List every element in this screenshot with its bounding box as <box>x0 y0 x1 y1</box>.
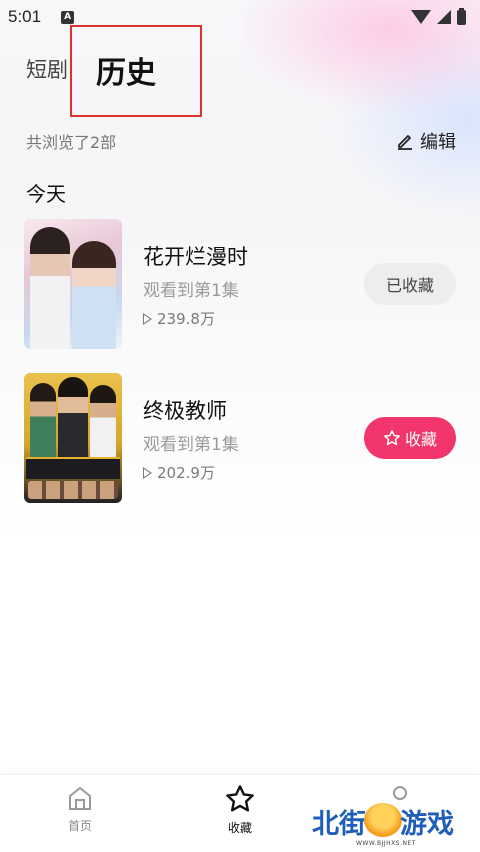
status-indicators <box>411 7 466 25</box>
nav-item-favorites[interactable]: 收藏 <box>190 783 290 836</box>
play-icon <box>143 466 152 479</box>
pencil-icon <box>396 132 414 150</box>
favorite-button-label: 已收藏 <box>385 276 434 295</box>
tab-short-drama[interactable]: 短剧 <box>26 54 68 84</box>
nav-label-home: 首页 <box>67 819 92 833</box>
history-item[interactable]: 终极教师 观看到第1集 202.9万 收藏 <box>24 373 456 503</box>
watermark-url: WWW.BJJHXS.NET <box>356 840 416 847</box>
drama-cover-image[interactable] <box>24 219 122 349</box>
edit-label: 编辑 <box>420 132 456 153</box>
view-count: 239.8万 <box>143 308 215 329</box>
watermark-text-left: 北街 <box>312 809 366 840</box>
nav-label-favorites: 收藏 <box>227 821 252 835</box>
play-icon <box>143 312 152 325</box>
view-count-value: 239.8万 <box>157 310 215 328</box>
edit-button[interactable]: 编辑 <box>396 128 456 154</box>
watch-progress: 观看到第1集 <box>143 435 239 455</box>
status-time: 5:01 <box>8 7 42 26</box>
history-summary-row: 共浏览了2部 编辑 <box>26 128 456 154</box>
drama-title: 终极教师 <box>143 399 227 423</box>
view-count-value: 202.9万 <box>157 464 215 482</box>
drama-title: 花开烂漫时 <box>143 245 248 269</box>
add-favorite-button[interactable]: 收藏 <box>364 417 456 459</box>
browse-count-text: 共浏览了2部 <box>26 133 117 152</box>
notification-icon: A <box>61 10 75 24</box>
view-count: 202.9万 <box>143 462 215 483</box>
highlight-annotation-box <box>70 25 202 117</box>
sun-logo-icon <box>364 803 402 837</box>
signal-icon <box>437 10 451 24</box>
nav-item-home[interactable]: 首页 <box>30 783 130 834</box>
star-icon <box>384 430 400 446</box>
watermark-text-right: 游戏 <box>400 809 454 840</box>
wifi-icon <box>411 10 431 24</box>
watermark-logo: 北街 游戏 WWW.BJJHXS.NET <box>312 798 462 848</box>
star-icon <box>226 785 254 812</box>
watch-progress: 观看到第1集 <box>143 281 239 301</box>
history-item[interactable]: 花开烂漫时 观看到第1集 239.8万 已收藏 <box>24 219 456 349</box>
section-title-today: 今天 <box>26 182 66 206</box>
battery-icon <box>457 7 466 25</box>
favorite-button-label: 收藏 <box>404 430 437 449</box>
drama-cover-image[interactable] <box>24 373 122 503</box>
home-icon <box>69 787 91 810</box>
favorited-button[interactable]: 已收藏 <box>364 263 456 305</box>
